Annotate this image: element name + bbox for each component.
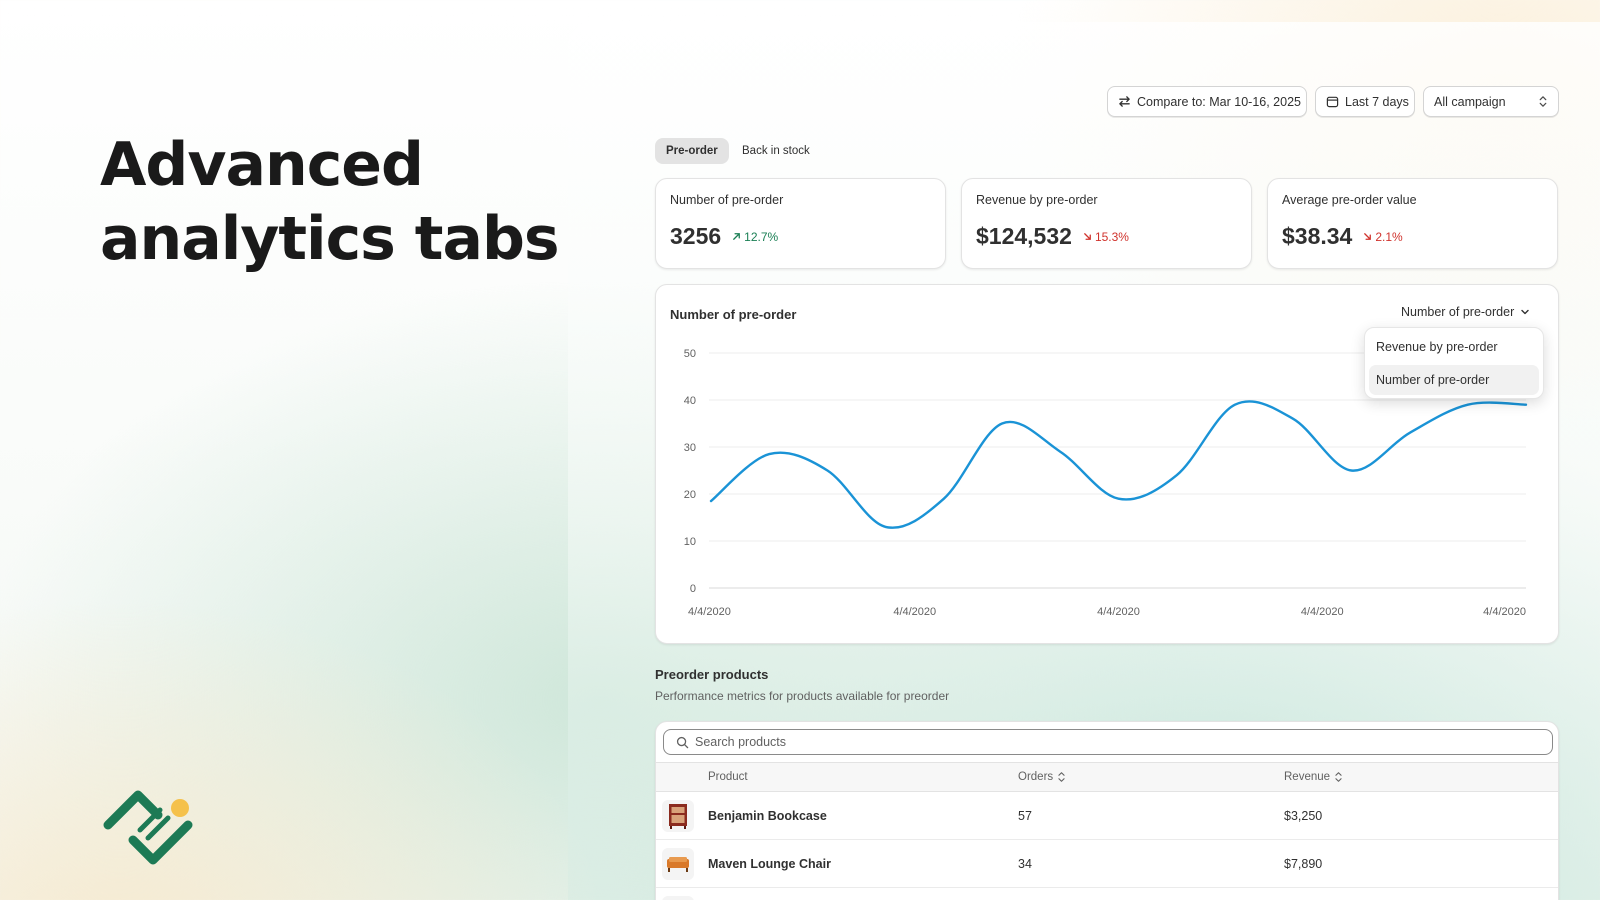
arrow-down-right-icon <box>1364 233 1372 240</box>
metric-delta: 2.1% <box>1362 229 1403 244</box>
product-name: Benjamin Bookcase <box>708 809 827 823</box>
chart-metric-dropdown-label: Number of pre-order <box>1401 305 1515 319</box>
product-revenue: $7,890 <box>1284 857 1323 871</box>
search-input[interactable]: Search products <box>663 729 1553 755</box>
compare-label: Compare to: Mar 10-16, 2025 <box>1137 94 1301 109</box>
metric-card-preorder-count: Number of pre-order 3256 12.7% <box>655 178 946 269</box>
metric-delta-value: 15.3% <box>1094 229 1129 244</box>
y-tick-label: 10 <box>684 536 696 548</box>
chevron-down-icon <box>1521 309 1529 315</box>
search-icon <box>676 736 689 748</box>
metric-delta-value: 12.7% <box>744 229 779 244</box>
y-tick-label: 30 <box>684 442 696 454</box>
column-header-product: Product <box>708 763 748 791</box>
product-orders: 57 <box>1018 809 1032 823</box>
product-revenue: $3,250 <box>1284 809 1323 823</box>
sort-icon <box>1058 772 1065 782</box>
hero-title: Advanced analytics tabs <box>100 130 560 274</box>
metric-label: Average pre-order value <box>1282 193 1417 207</box>
column-label: Product <box>708 771 748 783</box>
metric-value: $124,532 <box>976 223 1072 249</box>
tab-back-in-stock[interactable]: Back in stock <box>731 138 821 164</box>
y-tick-label: 50 <box>684 348 696 360</box>
chart-title: Number of pre-order <box>670 307 797 322</box>
campaign-select-value: All campaign <box>1434 94 1506 109</box>
series-line <box>709 400 1528 529</box>
chart-metric-menu: Revenue by pre-order Number of pre-order <box>1364 327 1544 399</box>
search-placeholder: Search products <box>695 735 787 749</box>
metric-delta: 12.7% <box>731 230 778 244</box>
table-row[interactable] <box>656 888 1558 900</box>
metric-value: 3256 <box>670 223 722 249</box>
brand-logo-icon <box>103 790 193 865</box>
calendar-icon <box>1326 96 1339 108</box>
arrow-down-right-icon <box>1084 233 1091 240</box>
arrow-up-right-icon <box>733 233 741 240</box>
sort-icon <box>1335 772 1342 782</box>
chart-card: 0 10 20 30 40 50 4/4/2020 4/4/2020 4/4/2020 4/4/2… <box>655 284 1559 644</box>
x-tick-label: 4/4/2020 <box>1301 606 1344 618</box>
y-tick-label: 20 <box>684 489 696 501</box>
product-thumbnail-icon <box>662 896 694 900</box>
metric-delta: 15.3% <box>1082 230 1129 244</box>
column-label: Revenue <box>1284 771 1331 783</box>
column-label: Orders <box>1018 771 1054 783</box>
metric-card-revenue: Revenue by pre-order $124,532 15.3% <box>961 178 1252 269</box>
compare-arrows-icon <box>1119 96 1130 107</box>
menu-item-revenue[interactable]: Revenue by pre-order <box>1369 332 1539 362</box>
tab-pre-order[interactable]: Pre-order <box>655 138 729 164</box>
metric-value: $38.34 <box>1282 223 1353 249</box>
product-name: Maven Lounge Chair <box>708 857 831 871</box>
date-range-label: Last 7 days <box>1345 94 1409 109</box>
metric-label: Number of pre-order <box>670 193 784 207</box>
metric-label: Revenue by pre-order <box>976 193 1098 207</box>
column-header-revenue[interactable]: Revenue <box>1284 763 1343 791</box>
select-arrows-icon <box>1539 96 1547 107</box>
section-title: Preorder products <box>655 667 769 682</box>
column-header-orders[interactable]: Orders <box>1018 763 1066 791</box>
sofa-icon <box>662 848 694 880</box>
product-orders: 34 <box>1018 857 1032 871</box>
metric-delta-value: 2.1% <box>1375 229 1403 244</box>
products-table: Search products Product Orders Revenue B… <box>655 721 1559 900</box>
date-range-button[interactable]: Last 7 days <box>1315 86 1415 117</box>
y-tick-label: 40 <box>684 395 696 407</box>
section-subtitle: Performance metrics for products availab… <box>655 689 950 703</box>
campaign-select[interactable]: All campaign <box>1423 86 1559 117</box>
y-tick-label: 0 <box>690 583 696 595</box>
table-row[interactable]: Maven Lounge Chair 34 $7,890 <box>656 840 1558 888</box>
x-tick-label: 4/4/2020 <box>1483 606 1526 618</box>
table-row[interactable]: Benjamin Bookcase 57 $3,250 <box>656 792 1558 840</box>
table-header: Product Orders Revenue <box>656 762 1558 792</box>
menu-item-preorder-count[interactable]: Number of pre-order <box>1369 365 1539 395</box>
x-tick-label: 4/4/2020 <box>893 606 936 618</box>
chart-metric-dropdown[interactable]: Number of pre-order <box>1401 305 1530 319</box>
x-tick-label: 4/4/2020 <box>1097 606 1140 618</box>
x-tick-label: 4/4/2020 <box>688 606 731 618</box>
metric-card-average-value: Average pre-order value $38.34 2.1% <box>1267 178 1558 269</box>
compare-button[interactable]: Compare to: Mar 10-16, 2025 <box>1107 86 1307 117</box>
bookcase-icon <box>662 800 694 832</box>
